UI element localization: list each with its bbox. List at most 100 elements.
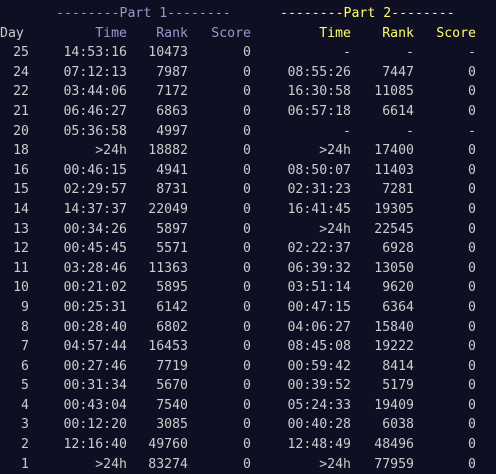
part1-score-cell: 0: [243, 417, 251, 433]
part2-time-cell: 03:51:14: [287, 280, 351, 296]
part1-rank-cell: 8731: [156, 182, 188, 198]
part2-score-cell: 0: [468, 378, 476, 394]
part1-score-cell: 0: [243, 456, 251, 472]
day-cell: 8: [21, 319, 29, 335]
part1-time-cell: 00:21:02: [63, 280, 127, 296]
day-cell: 1: [21, 456, 29, 472]
day-cell: 13: [13, 221, 29, 237]
part2-time-cell: 08:45:08: [287, 339, 351, 355]
part2-score-cell: 0: [468, 103, 476, 119]
table-row: 4 00:43:04 7540 0 05:24:33 19409 0: [0, 396, 496, 416]
day-cell: 18: [13, 143, 29, 159]
part1-time-cell: 02:29:57: [63, 182, 127, 198]
part1-time-cell: 00:12:20: [63, 417, 127, 433]
stats-rows: 25 14:53:16 10473 0- - -24 07:12:13 7987 0 08:55:…: [0, 43, 496, 474]
part2-score-cell: 0: [468, 358, 476, 374]
table-row: 20 05:36:58 4997 0 - - -: [0, 122, 496, 142]
part1-score-cell: 0: [243, 260, 251, 276]
part2-score-cell: 0: [468, 143, 476, 159]
part1-score-cell: 0: [243, 123, 251, 139]
personal-stats-table: --------Part 1-------- --------Part 2---…: [0, 4, 496, 474]
part2-time-cell: 00:59:42: [287, 358, 351, 374]
part2-score-cell: 0: [468, 397, 476, 413]
part1-score-cell: 0: [243, 143, 251, 159]
day-cell: 5: [21, 378, 29, 394]
part2-time-cell: 08:55:26: [287, 64, 351, 80]
day-cell: 2: [21, 437, 29, 453]
part1-rank-cell: 7540: [156, 397, 188, 413]
part1-time-cell: 00:31:34: [63, 378, 127, 394]
part1-rank-cell: 5571: [156, 241, 188, 257]
part-header-row: --------Part 1-------- --------Part 2---…: [0, 4, 496, 24]
part2-rank-cell: 11403: [374, 162, 414, 178]
part1-score-cell: 0: [243, 378, 251, 394]
part1-time-cell: 00:43:04: [63, 397, 127, 413]
day-cell: 7: [21, 339, 29, 355]
part2-score-cell: 0: [468, 299, 476, 315]
part1-time-cell: 00:46:15: [63, 162, 127, 178]
part2-title: --------Part 2--------: [280, 6, 455, 21]
part2-score-cell: 0: [468, 319, 476, 335]
part1-rank-cell: 6863: [156, 103, 188, 119]
part2-rank-cell: 22545: [374, 221, 414, 237]
part1-rank-cell: 11363: [148, 260, 188, 276]
part1-rank-cell: 49760: [148, 437, 188, 453]
part1-rank-cell: 5897: [156, 221, 188, 237]
part2-time-cell: 06:57:18: [287, 103, 351, 119]
day-cell: 16: [13, 162, 29, 178]
table-row: 13 00:34:26 5897 0 >24h 22545 0: [0, 220, 496, 240]
part1-time-cell: 00:25:31: [63, 299, 127, 315]
part1-rank-cell: 22049: [148, 201, 188, 217]
day-cell: 21: [13, 103, 29, 119]
table-row: 15 02:29:57 8731 0 02:31:23 7281 0: [0, 180, 496, 200]
part1-score-cell: 0: [243, 397, 251, 413]
part2-time-header: Time: [319, 25, 351, 41]
table-row: 7 04:57:44 16453 0 08:45:08 19222 0: [0, 337, 496, 357]
part1-score-cell: 0: [243, 45, 251, 61]
part2-time-cell: 12:48:49: [287, 437, 351, 453]
part2-rank-cell: 7447: [382, 64, 414, 80]
table-row: 6 00:27:46 7719 0 00:59:42 8414 0: [0, 357, 496, 377]
part2-rank-cell: 48496: [374, 437, 414, 453]
part1-time-cell: >24h: [95, 143, 127, 159]
table-row: 12 00:45:45 5571 0 02:22:37 6928 0: [0, 239, 496, 259]
part2-rank-cell: 13050: [374, 260, 414, 276]
part2-rank-cell: 19222: [374, 339, 414, 355]
part2-time-cell: >24h: [319, 221, 351, 237]
part2-score-header: Score: [436, 25, 476, 41]
part1-time-cell: 03:44:06: [63, 84, 127, 100]
part2-rank-cell: 6038: [382, 417, 414, 433]
part1-time-cell: 04:57:44: [63, 339, 127, 355]
part2-score-cell: 0: [468, 84, 476, 100]
part1-score-cell: 0: [243, 182, 251, 198]
day-cell: 15: [13, 182, 29, 198]
part1-rank-cell: 4997: [156, 123, 188, 139]
part2-score-cell: 0: [468, 201, 476, 217]
part2-time-cell: 16:30:58: [287, 84, 351, 100]
part2-score-cell: 0: [468, 417, 476, 433]
part1-score-cell: 0: [243, 103, 251, 119]
part1-time-cell: 00:28:40: [63, 319, 127, 335]
part2-rank-cell: -: [406, 123, 414, 139]
part2-score-cell: -: [468, 45, 476, 61]
part2-rank-cell: 77959: [374, 456, 414, 472]
part2-time-cell: 00:47:15: [287, 299, 351, 315]
part2-rank-cell: -: [406, 45, 414, 61]
part2-score-cell: 0: [468, 182, 476, 198]
part2-time-cell: >24h: [319, 456, 351, 472]
part1-rank-header: Rank: [156, 25, 188, 41]
part2-time-cell: 04:06:27: [287, 319, 351, 335]
table-row: 8 00:28:40 6802 0 04:06:27 15840 0: [0, 318, 496, 338]
part1-rank-cell: 7719: [156, 358, 188, 374]
day-cell: 20: [13, 123, 29, 139]
day-column-header: Day: [0, 25, 24, 41]
part2-rank-cell: 17400: [374, 143, 414, 159]
table-row: 11 03:28:46 11363 0 06:39:32 13050 0: [0, 259, 496, 279]
part1-score-cell: 0: [243, 339, 251, 355]
part2-rank-cell: 8414: [382, 358, 414, 374]
part1-score-cell: 0: [243, 437, 251, 453]
day-cell: 11: [13, 260, 29, 276]
part1-score-cell: 0: [243, 280, 251, 296]
part1-time-cell: 03:28:46: [63, 260, 127, 276]
table-row: 5 00:31:34 5670 0 00:39:52 5179 0: [0, 376, 496, 396]
